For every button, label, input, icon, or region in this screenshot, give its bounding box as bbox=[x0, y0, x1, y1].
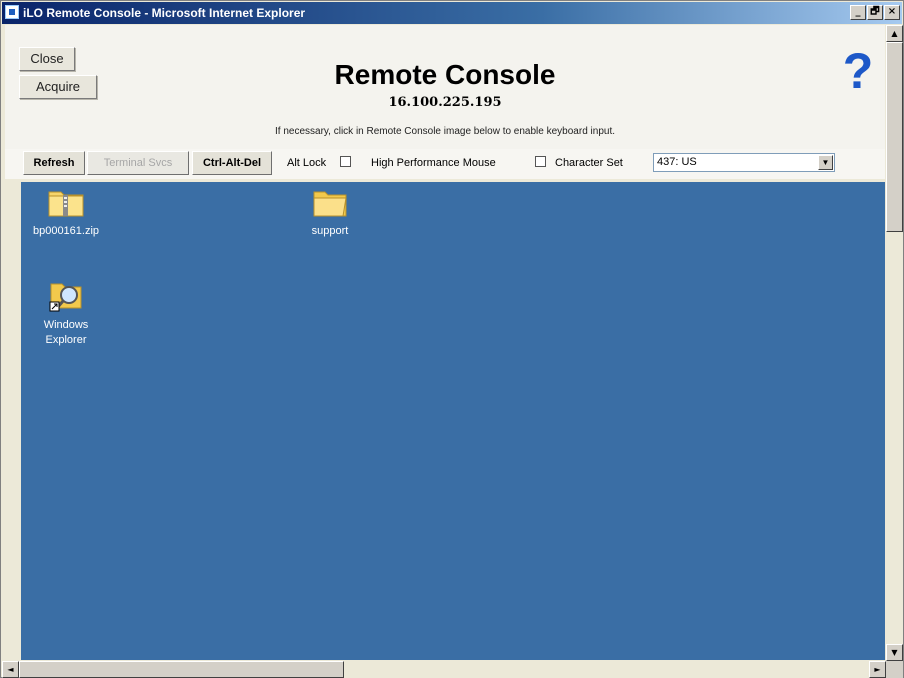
title-bar[interactable]: iLO Remote Console - Microsoft Internet … bbox=[2, 2, 902, 24]
chevron-down-icon[interactable]: ▼ bbox=[818, 155, 833, 170]
terminal-svcs-button[interactable]: Terminal Svcs bbox=[87, 151, 189, 175]
character-set-select[interactable]: 437: US ▼ bbox=[653, 153, 835, 172]
window-title: iLO Remote Console - Microsoft Internet … bbox=[23, 6, 306, 20]
horizontal-scrollbar[interactable]: ◄ ► bbox=[2, 661, 886, 678]
console-header: Close Acquire Remote Console 16.100.225.… bbox=[5, 25, 885, 149]
folder-icon bbox=[313, 191, 347, 217]
high-performance-mouse-checkbox[interactable] bbox=[535, 156, 546, 167]
vertical-scroll-thumb[interactable] bbox=[886, 42, 903, 232]
desktop-icon-label: support bbox=[311, 225, 349, 237]
desktop-icon-support[interactable]: support bbox=[285, 186, 375, 239]
scroll-right-icon[interactable]: ► bbox=[869, 661, 886, 678]
scroll-up-icon[interactable]: ▲ bbox=[886, 25, 903, 42]
zip-folder-icon bbox=[48, 191, 84, 217]
desktop-icon-windows-explorer[interactable]: Windows Explorer bbox=[21, 278, 111, 348]
scrollbar-corner bbox=[886, 661, 903, 678]
remote-desktop[interactable]: bp000161.zip support Windows Explorer bbox=[21, 182, 885, 660]
alt-lock-checkbox[interactable] bbox=[340, 156, 351, 167]
desktop-icon-zip[interactable]: bp000161.zip bbox=[21, 186, 111, 239]
minimize-button[interactable]: _ bbox=[850, 5, 866, 20]
scroll-left-icon[interactable]: ◄ bbox=[2, 661, 19, 678]
vertical-scrollbar[interactable]: ▲ ▼ bbox=[886, 25, 903, 661]
desktop-icon-label: bp000161.zip bbox=[32, 225, 100, 237]
keyboard-hint: If necessary, click in Remote Console im… bbox=[275, 126, 615, 137]
page-title: Remote Console bbox=[334, 59, 556, 90]
refresh-button[interactable]: Refresh bbox=[23, 151, 85, 175]
character-set-value: 437: US bbox=[657, 156, 697, 168]
alt-lock-label: Alt Lock bbox=[287, 157, 327, 169]
desktop-icon-label: Windows Explorer bbox=[43, 319, 89, 346]
help-icon[interactable]: ? bbox=[841, 43, 875, 99]
ie-app-icon bbox=[5, 5, 19, 19]
ie-window: iLO Remote Console - Microsoft Internet … bbox=[0, 0, 904, 678]
window-controls: _ 🗗 × bbox=[850, 5, 900, 20]
horizontal-scroll-thumb[interactable] bbox=[19, 661, 344, 678]
ctrl-alt-del-button[interactable]: Ctrl-Alt-Del bbox=[192, 151, 272, 175]
scroll-down-icon[interactable]: ▼ bbox=[886, 644, 903, 661]
maximize-button[interactable]: 🗗 bbox=[867, 5, 883, 20]
close-window-button[interactable]: × bbox=[884, 5, 900, 20]
windows-explorer-icon bbox=[49, 283, 82, 312]
character-set-label: Character Set bbox=[555, 157, 623, 169]
high-performance-mouse-label: High Performance Mouse bbox=[371, 157, 496, 169]
server-ip: 16.100.225.195 bbox=[388, 95, 502, 110]
console-toolbar: Refresh Terminal Svcs Ctrl-Alt-Del Alt L… bbox=[5, 149, 885, 179]
